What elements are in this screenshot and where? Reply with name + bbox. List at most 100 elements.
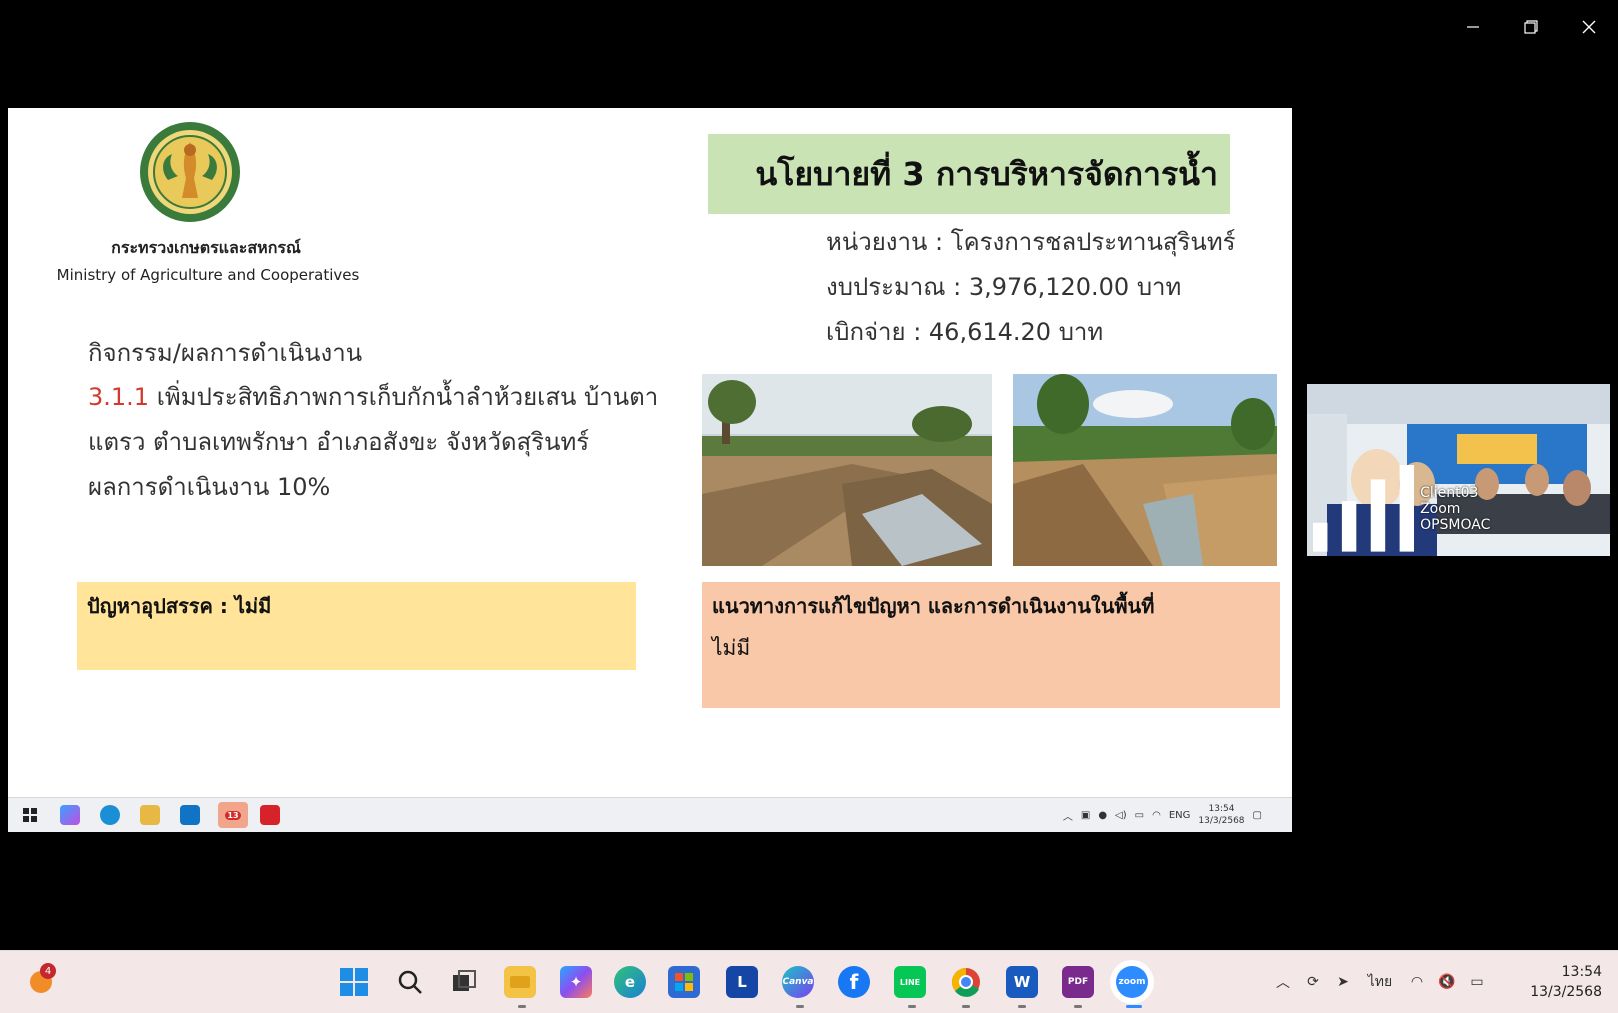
shared-screen-slide: กระทรวงเกษตรและสหกรณ์ Ministry of Agricu… (8, 108, 1292, 830)
search-icon (398, 970, 422, 994)
budget-text: งบประมาณ : 3,976,120.00 บาท (826, 273, 1182, 301)
task-view-button[interactable] (448, 966, 480, 998)
windows-taskbar: 4 ✦ e L Canva f LINE W PDF zoom ︿ ⟳ ➤ ไท… (0, 950, 1618, 1013)
l-app-button[interactable]: L (726, 966, 758, 998)
shared-tray: ︿ ▣ ● ◁) ▭ ◠ ENG 13:54 13/3/2568 ▢ (1063, 798, 1262, 832)
chrome-icon (951, 968, 980, 997)
tray-location-mic-icon[interactable]: ➤ (1328, 967, 1358, 997)
org-name-thai: กระทรวงเกษตรและสหกรณ์ (111, 238, 301, 257)
shared-tray-chevron-icon: ︿ (1062, 811, 1073, 823)
activity-number: 3.1.1 (88, 383, 150, 411)
activity-body: 3.1.1 เพิ่มประสิทธิภาพการเก็บกักน้ำลำห้ว… (88, 375, 688, 510)
system-clock[interactable]: 13:54 13/3/2568 (1492, 962, 1618, 1002)
file-explorer-running-indicator (518, 1005, 526, 1008)
clock-time: 13:54 (1561, 964, 1602, 980)
restore-icon (1524, 20, 1538, 34)
shared-copilot-icon (60, 805, 80, 825)
task-view-icon (453, 970, 476, 991)
tray-wifi-icon[interactable]: ◠ (1402, 967, 1432, 997)
word-button[interactable]: W (1006, 966, 1038, 998)
obstacles-box: ปัญหาอุปสรรค : ไม่มี (77, 582, 636, 670)
pdf-icon: PDF (1067, 977, 1089, 987)
zoom-icon: zoom (1118, 977, 1146, 987)
zoom-button[interactable]: zoom (1116, 966, 1148, 998)
ministry-seal-logo (140, 122, 240, 222)
start-button[interactable] (338, 966, 370, 998)
canva-button[interactable]: Canva (782, 966, 814, 998)
copilot-icon: ✦ (569, 973, 583, 991)
solution-title: แนวทางการแก้ไขปัญหา และการดำเนินงานในพื้… (712, 594, 1155, 618)
shared-zoom-badge: 13 (225, 810, 241, 820)
store-button[interactable] (668, 966, 700, 998)
shared-tray-camera-icon: ▣ (1080, 809, 1091, 821)
restore-button[interactable] (1516, 12, 1546, 42)
shared-clock: 13:54 13/3/2568 (1198, 803, 1244, 827)
store-icon (675, 973, 693, 991)
shared-tray-battery-icon: ▭ (1134, 809, 1145, 821)
tray-battery-icon[interactable]: ▭ (1462, 967, 1492, 997)
tray-speaker-muted-icon[interactable]: 🔇 (1432, 967, 1462, 997)
minimize-button[interactable] (1458, 12, 1488, 42)
search-button[interactable] (394, 966, 426, 998)
file-explorer-icon (510, 976, 530, 988)
shared-notification-icon: ▢ (1252, 809, 1262, 821)
site-photo-2 (1013, 374, 1277, 566)
close-button[interactable] (1574, 12, 1604, 42)
org-name-english: Ministry of Agriculture and Cooperatives (56, 266, 360, 284)
shared-tray-mic-icon: ● (1098, 809, 1108, 821)
chrome-button[interactable] (950, 966, 982, 998)
shared-start-icon (20, 805, 40, 825)
tray-sync-icon[interactable]: ⟳ (1298, 967, 1328, 997)
word-icon: W (1013, 973, 1031, 991)
shared-tray-speaker-icon: ◁) (1115, 809, 1127, 821)
participant-name: Client03 Zoom OPSMOAC (1420, 484, 1491, 533)
file-explorer-button[interactable] (504, 966, 536, 998)
progress-text: ผลการดำเนินงาน 10% (88, 473, 331, 501)
shared-clock-date: 13/3/2568 (1198, 816, 1245, 826)
copilot-button[interactable]: ✦ (560, 966, 592, 998)
signal-icon (1313, 465, 1415, 552)
participant-label: Client03 Zoom OPSMOAC (1313, 465, 1511, 552)
shared-tray-wifi-icon: ◠ (1152, 809, 1161, 821)
canva-running-indicator (796, 1005, 804, 1008)
line-icon: LINE (899, 977, 921, 987)
participant-video-thumbnail[interactable]: Client03 Zoom OPSMOAC (1307, 384, 1610, 556)
solution-value: ไม่มี (712, 636, 751, 660)
facebook-button[interactable]: f (838, 966, 870, 998)
edge-button[interactable]: e (614, 966, 646, 998)
tray-language[interactable]: ไทย (1358, 967, 1402, 997)
shared-file-explorer-icon (140, 805, 160, 825)
disbursed-text: เบิกจ่าย : 46,614.20 บาท (826, 318, 1104, 346)
shared-zoom-icon: 13 (218, 802, 248, 828)
l-app-icon: L (737, 973, 747, 991)
zoom-active-indicator (1126, 1005, 1142, 1008)
close-icon (1582, 20, 1596, 34)
shared-clock-time: 13:54 (1208, 804, 1235, 814)
system-tray: ︿ ⟳ ➤ ไทย ◠ 🔇 ▭ 13:54 13/3/2568 (1268, 951, 1618, 1013)
pdf-button[interactable]: PDF (1062, 966, 1094, 998)
activity-title: กิจกรรม/ผลการดำเนินงาน (88, 339, 363, 367)
shared-screen-taskbar: 13 ︿ ▣ ● ◁) ▭ ◠ ENG 13:54 13/3/2568 ▢ (8, 797, 1292, 832)
chrome-running-indicator (962, 1005, 970, 1008)
edge-icon: e (624, 973, 636, 991)
line-running-indicator (908, 1005, 916, 1008)
policy-title: นโยบายที่ 3 การบริหารจัดการน้ำ (708, 134, 1230, 214)
activity-text: เพิ่มประสิทธิภาพการเก็บกักน้ำลำห้วยเสน บ… (88, 383, 659, 456)
start-icon (340, 968, 368, 996)
agency-text: หน่วยงาน : โครงการชลประทานสุรินทร์ (826, 228, 1236, 256)
minimize-icon (1467, 26, 1479, 28)
canva-icon: Canva (782, 977, 814, 987)
pdf-running-indicator (1074, 1005, 1082, 1008)
line-button[interactable]: LINE (894, 966, 926, 998)
shared-acrobat-icon (260, 805, 280, 825)
shared-outlook-icon (180, 805, 200, 825)
word-running-indicator (1018, 1005, 1026, 1008)
clock-date: 13/3/2568 (1530, 984, 1602, 1000)
solution-box: แนวทางการแก้ไขปัญหา และการดำเนินงานในพื้… (702, 582, 1280, 708)
shared-edge-icon (100, 805, 120, 825)
tray-chevron-icon[interactable]: ︿ (1268, 967, 1298, 997)
shared-tray-language: ENG (1168, 809, 1191, 821)
weather-badge: 4 (40, 963, 56, 979)
facebook-icon: f (849, 970, 859, 994)
site-photo-1 (702, 374, 992, 566)
